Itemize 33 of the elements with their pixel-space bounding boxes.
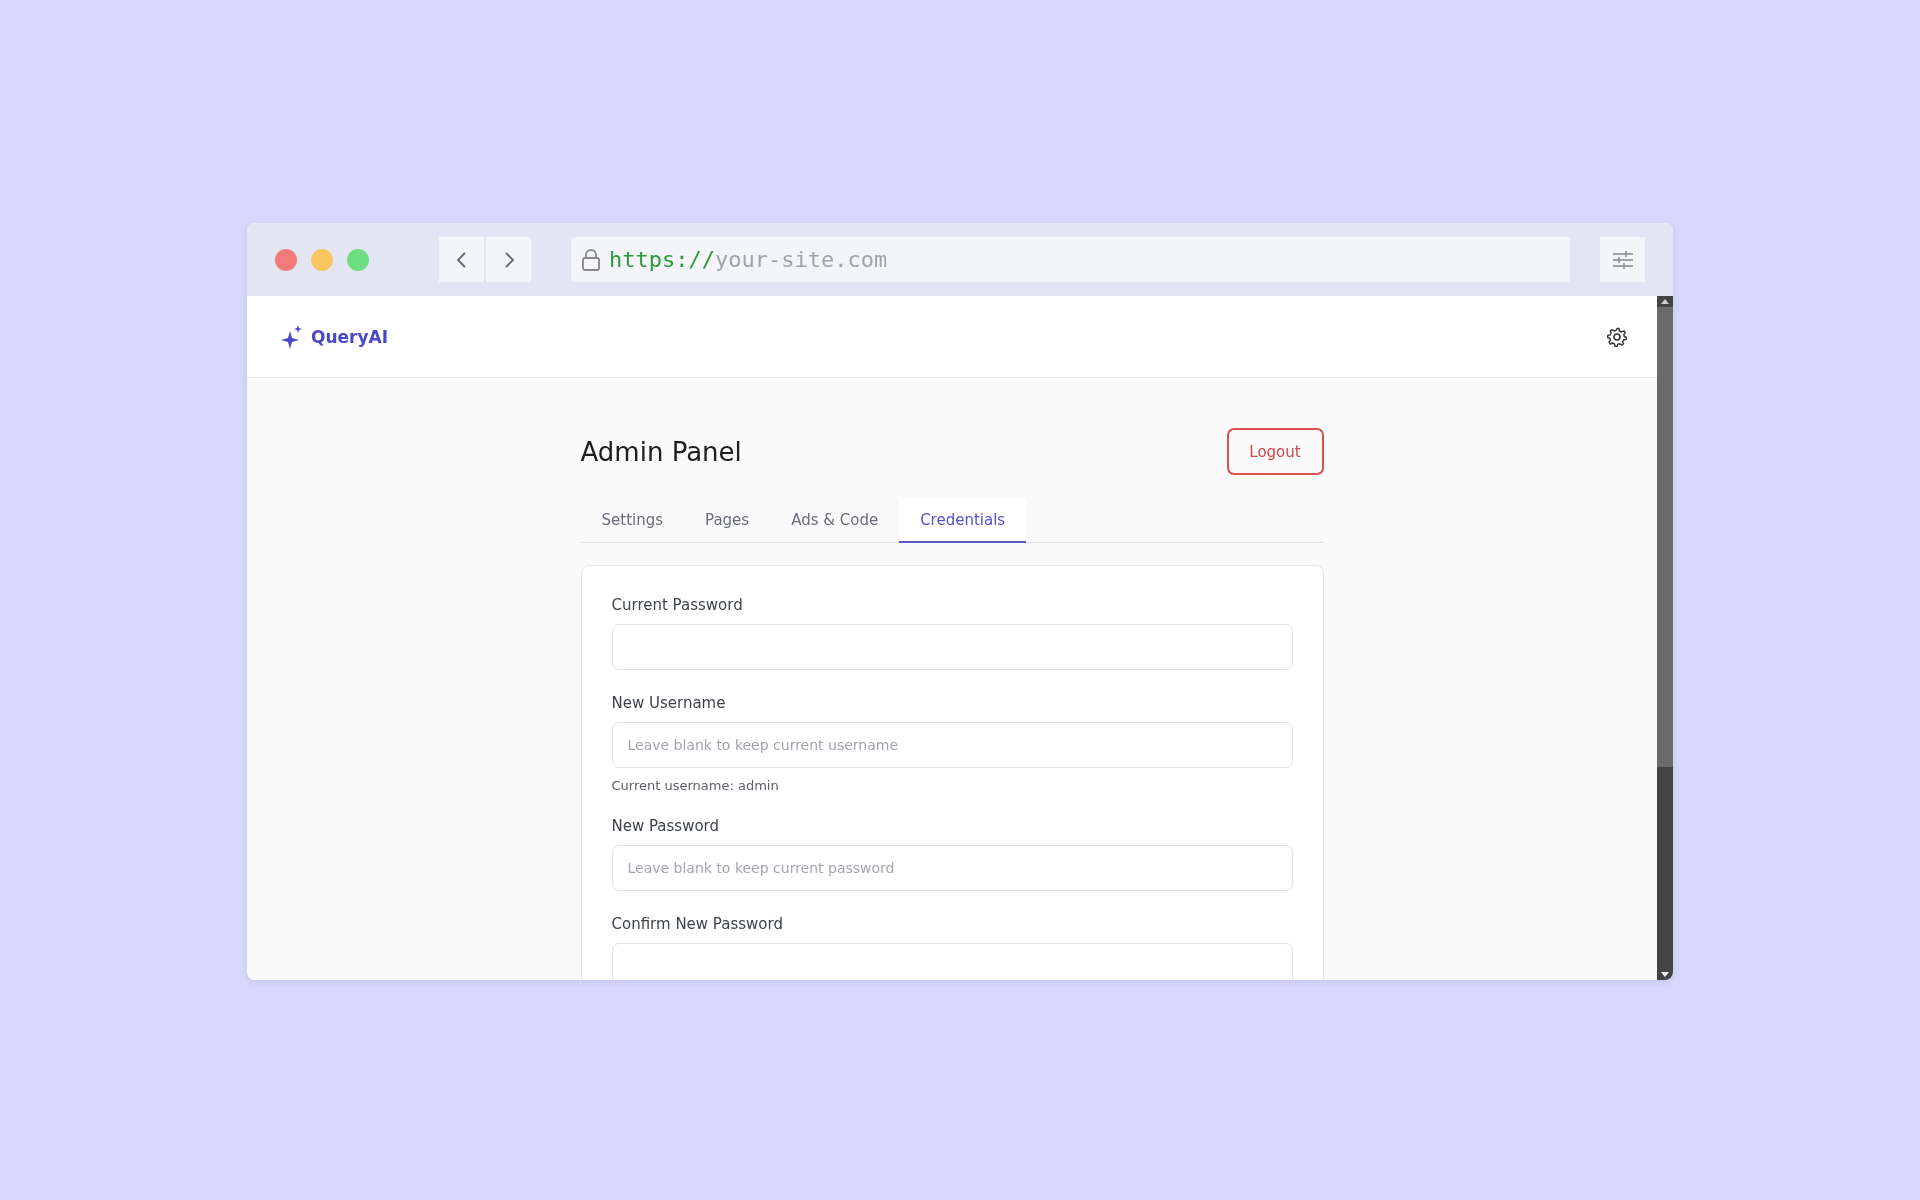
tab[interactable]: Ads & Code: [770, 499, 900, 543]
field-label: New Username: [611, 694, 727, 712]
address-bar[interactable]: https://your-site.com: [571, 237, 1570, 282]
maximize-button[interactable]: [347, 248, 369, 271]
input-field[interactable]: [611, 943, 1293, 980]
page-title: Admin Panel: [580, 436, 742, 467]
sliders-icon: [1611, 250, 1634, 269]
logout-button[interactable]: Logout: [1226, 428, 1324, 475]
scrollbar-thumb[interactable]: [1657, 307, 1673, 767]
close-button[interactable]: [275, 248, 297, 271]
field-label: Current Password: [611, 596, 744, 614]
tab[interactable]: Settings: [580, 499, 685, 543]
scroll-up-icon[interactable]: [1661, 299, 1669, 304]
scrollbar[interactable]: [1657, 296, 1673, 980]
tab[interactable]: Credentials: [899, 499, 1027, 543]
input-field[interactable]: Leave blank to keep current password: [611, 845, 1293, 891]
field-hint: Current username: admin: [611, 778, 780, 793]
input-field[interactable]: [611, 624, 1293, 670]
input-field[interactable]: Leave blank to keep current username: [611, 722, 1293, 768]
chevron-left-icon: [454, 250, 469, 269]
tab[interactable]: Pages: [684, 499, 771, 543]
scroll-down-icon[interactable]: [1661, 972, 1669, 977]
url-text: https://your-site.com: [609, 247, 888, 272]
forward-button[interactable]: [486, 237, 531, 282]
sparkle-icon: [281, 324, 303, 349]
brand-name[interactable]: QueryAI: [311, 326, 389, 347]
settings-sliders-button[interactable]: [1600, 237, 1645, 282]
settings-icon[interactable]: [1607, 326, 1627, 347]
field-label: New Password: [611, 817, 721, 835]
minimize-button[interactable]: [311, 248, 333, 271]
lock-icon: [581, 247, 601, 272]
field-label: Confirm New Password: [611, 915, 784, 933]
back-button[interactable]: [439, 237, 484, 282]
